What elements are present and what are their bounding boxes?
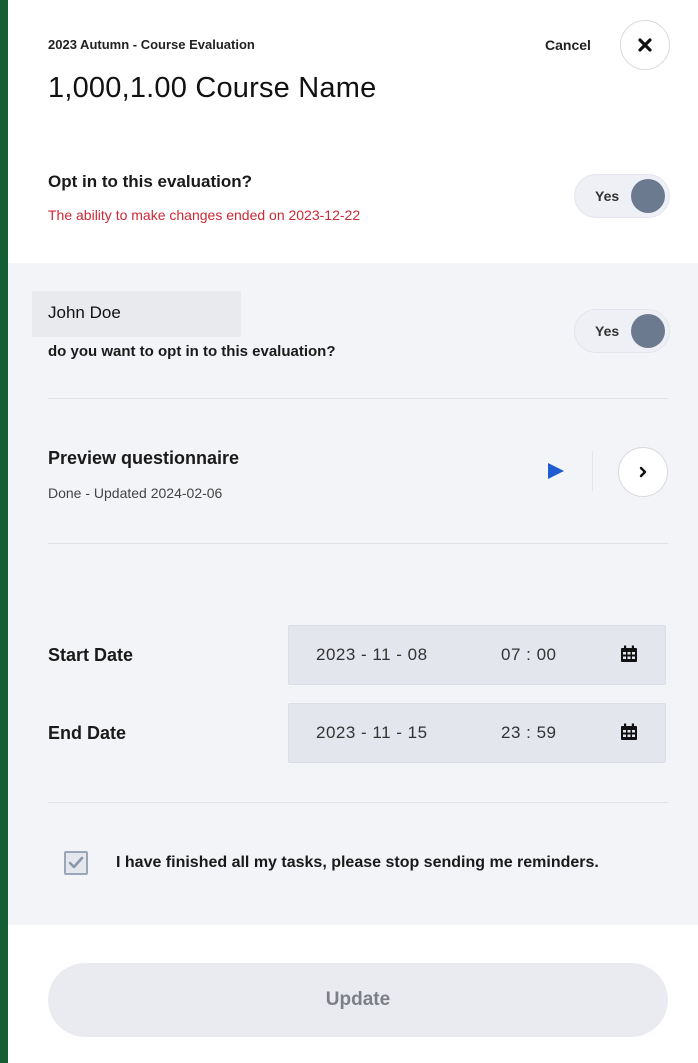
end-date-value: 2023 - 11 - 15 [316, 723, 428, 742]
preview-status: Done - Updated 2024-02-06 [48, 485, 223, 501]
person-toggle-label: Yes [595, 323, 620, 339]
close-button[interactable] [620, 20, 670, 70]
chevron-right-icon [639, 466, 647, 478]
optin-toggle-label: Yes [595, 188, 620, 204]
person-toggle-knob [631, 314, 665, 348]
checkmark-icon [68, 856, 84, 869]
open-questionnaire-button[interactable] [618, 447, 668, 497]
optin-section: Opt in to this evaluation? The ability t… [8, 150, 698, 263]
start-time-value: 07 : 00 [501, 645, 557, 664]
cancel-link[interactable]: Cancel [545, 37, 591, 53]
close-icon [638, 38, 652, 52]
update-button[interactable]: Update [48, 963, 668, 1037]
calendar-icon[interactable] [619, 722, 639, 742]
preview-questionnaire-title: Preview questionnaire [48, 448, 240, 468]
divider [48, 543, 668, 544]
person-optin-toggle[interactable]: Yes [574, 309, 670, 353]
vertical-separator [592, 451, 593, 491]
course-title: 1,000,1.00 Course Name [48, 72, 377, 104]
start-date-field[interactable]: 2023 - 11 - 08 07 : 00 [288, 625, 666, 685]
start-date-label: Start Date [48, 645, 134, 665]
optin-title: Opt in to this evaluation? [48, 172, 252, 191]
divider [48, 802, 668, 803]
end-date-label: End Date [48, 723, 127, 743]
start-date-value: 2023 - 11 - 08 [316, 645, 428, 664]
evaluation-panel: John Doe do you want to opt in to this e… [8, 263, 698, 925]
stop-reminders-checkbox[interactable] [64, 851, 88, 875]
person-name-box: John Doe [32, 291, 241, 337]
divider [48, 398, 668, 399]
end-time-value: 23 : 59 [501, 723, 557, 742]
end-date-field[interactable]: 2023 - 11 - 15 23 : 59 [288, 703, 666, 763]
calendar-icon[interactable] [619, 644, 639, 664]
brand-side-bar [0, 0, 8, 1063]
term-label: 2023 Autumn - Course Evaluation [48, 37, 255, 52]
optin-toggle[interactable]: Yes [574, 174, 670, 218]
dialog-header: 2023 Autumn - Course Evaluation 1,000,1.… [8, 0, 698, 150]
optin-deadline-warning: The ability to make changes ended on 202… [48, 207, 361, 223]
optin-toggle-knob [631, 179, 665, 213]
play-icon[interactable] [548, 463, 564, 479]
person-optin-question: do you want to opt in to this evaluation… [48, 343, 336, 360]
stop-reminders-label[interactable]: I have finished all my tasks, please sto… [116, 854, 599, 872]
person-name: John Doe [48, 303, 121, 322]
